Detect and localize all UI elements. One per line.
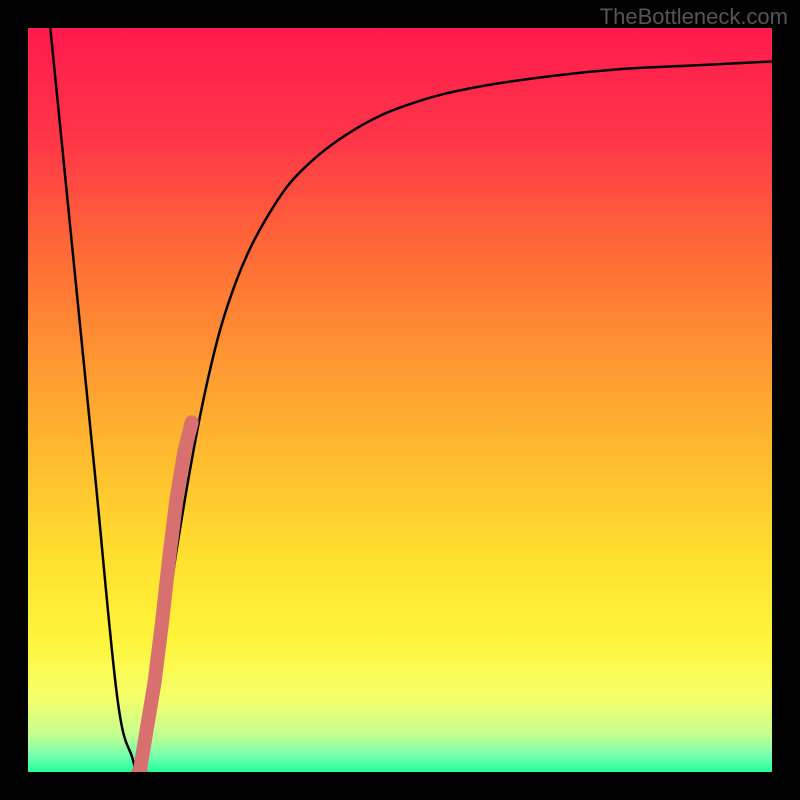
watermark-text: TheBottleneck.com xyxy=(600,4,788,30)
chart-container xyxy=(28,28,772,772)
chart-lines xyxy=(28,28,772,772)
highlight-segment xyxy=(140,422,192,772)
